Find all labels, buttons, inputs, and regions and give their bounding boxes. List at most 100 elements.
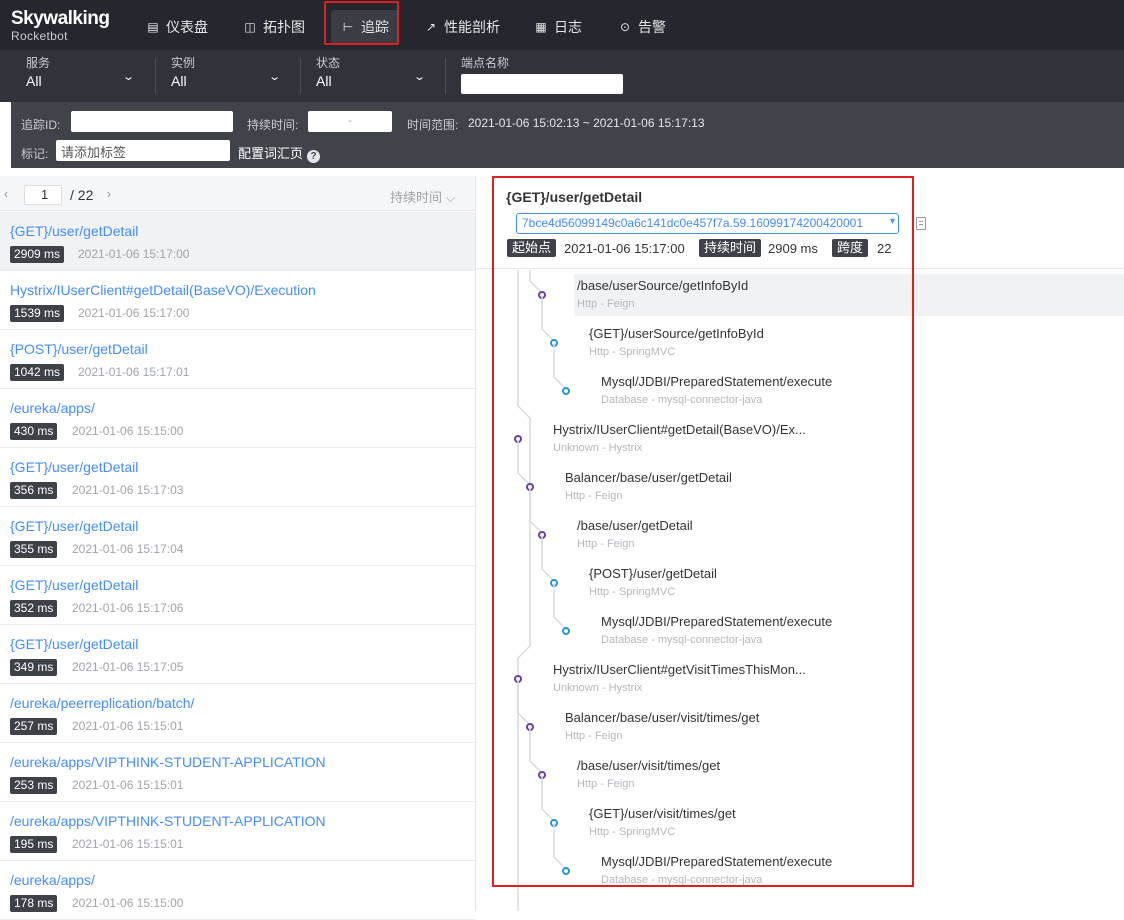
span-subtitle: Unknown - Hystrix: [553, 442, 643, 454]
duration-badge: 2909 ms: [10, 246, 65, 263]
trace-row[interactable]: {POST}/user/getDetail 1042 ms 2021-01-06 1…: [0, 330, 475, 389]
trace-time: 2021-01-06 15:17:01: [78, 365, 190, 379]
nav-log[interactable]: ▦ 日志: [534, 10, 582, 44]
trace-name[interactable]: {GET}/user/getDetail: [10, 577, 138, 593]
span-node[interactable]: Hystrix/IUserClient#getDetail(BaseVO)/Ex…: [553, 422, 806, 455]
trace-row[interactable]: {GET}/user/getDetail 349 ms 2021-01-06 15:…: [0, 625, 475, 684]
next-page-icon[interactable]: ›: [107, 187, 111, 201]
trace-name[interactable]: /eureka/apps/: [10, 872, 95, 888]
span-title: Hystrix/IUserClient#getVisitTimesThisMon…: [553, 662, 806, 677]
pager: ‹ 1 / 22 › 持续时间 ⌵: [0, 176, 475, 211]
span-subtitle: Database - mysql-connector-java: [601, 634, 763, 646]
status-select[interactable]: 状态 All: [316, 56, 340, 90]
trace-name[interactable]: {POST}/user/getDetail: [10, 341, 148, 357]
duration-label: 持续时间:: [247, 118, 299, 132]
trace-name[interactable]: /eureka/peerreplication/batch/: [10, 695, 194, 711]
config-link[interactable]: 配置词汇页?: [238, 143, 321, 163]
span-subtitle: Http - Feign: [577, 298, 635, 310]
span-subtitle: Http - SpringMVC: [589, 826, 676, 838]
trace-name[interactable]: {GET}/user/getDetail: [10, 459, 138, 475]
help-icon[interactable]: ?: [307, 150, 321, 163]
page-total: / 22: [70, 187, 94, 203]
duration-badge: 430 ms: [10, 423, 58, 440]
tags-input[interactable]: 请添加标签: [56, 140, 230, 161]
trace-time: 2021-01-06 15:15:01: [72, 778, 184, 792]
trace-name[interactable]: {GET}/user/getDetail: [10, 636, 138, 652]
start-badge: 起始点: [507, 239, 557, 257]
trace-name[interactable]: {GET}/user/getDetail: [10, 223, 138, 239]
span-node[interactable]: Mysql/JDBI/PreparedStatement/execute Data…: [601, 374, 832, 407]
sort-select[interactable]: 持续时间 ⌵: [390, 187, 455, 206]
nav-profile[interactable]: ↗ 性能剖析: [424, 10, 500, 44]
nav-dashboard[interactable]: ▤ 仪表盘: [146, 10, 208, 44]
top-nav: Skywalking Rocketbot ▤ 仪表盘 ◫ 拓扑图 ⊢ 追踪 ↗ 性能剖析…: [0, 0, 1124, 50]
trace-time: 2021-01-06 15:17:05: [72, 660, 184, 674]
span-subtitle: Database - mysql-connector-java: [601, 874, 763, 886]
duration-badge: 178 ms: [10, 895, 58, 912]
span-node[interactable]: {POST}/user/getDetail Http - SpringMVC: [589, 566, 717, 599]
trace-row[interactable]: /eureka/apps/430 ms 2021-01-06 15:15:00: [0, 389, 475, 448]
span-node[interactable]: {GET}/user/visit/times/get Http - SpringM…: [589, 806, 736, 839]
trace-detail-header: {GET}/user/getDetail 7bce4d56099149c0a6c…: [476, 176, 1124, 269]
endpoint-input[interactable]: [461, 74, 623, 94]
duration-input[interactable]: -: [308, 111, 392, 132]
endpoint-filter: 端点名称: [461, 56, 510, 70]
span-title: Hystrix/IUserClient#getDetail(BaseVO)/Ex…: [553, 422, 806, 437]
span-node[interactable]: Balancer/base/user/visit/times/get Http -…: [565, 710, 759, 743]
span-node[interactable]: /base/user/visit/times/get Http - Feign: [577, 758, 720, 791]
page-input[interactable]: 1: [24, 185, 62, 205]
prev-page-icon[interactable]: ‹: [4, 187, 8, 201]
trace-name[interactable]: /eureka/apps/VIPTHINK-STUDENT-APPLICATIO…: [10, 813, 326, 829]
search-bar: 追踪ID: 持续时间: - 时间范围: 2021-01-06 15:02:13 …: [11, 102, 1124, 168]
span-node[interactable]: /base/userSource/getInfoById Http - Feign: [577, 278, 748, 311]
span-title: Mysql/JDBI/PreparedStatement/execute: [601, 374, 833, 389]
time-range-value[interactable]: 2021-01-06 15:02:13 ~ 2021-01-06 15:17:1…: [468, 116, 705, 130]
trace-row[interactable]: {GET}/user/getDetail 352 ms 2021-01-06 15:…: [0, 566, 475, 625]
service-select[interactable]: 服务 All: [26, 56, 50, 90]
chevron-down-icon: ▾: [889, 216, 895, 227]
trace-row[interactable]: {GET}/user/getDetail 356 ms 2021-01-06 15:…: [0, 448, 475, 507]
instance-select[interactable]: 实例 All: [171, 56, 195, 90]
span-node[interactable]: Mysql/JDBI/PreparedStatement/execute Data…: [601, 614, 832, 647]
span-title: {GET}/user/visit/times/get: [589, 806, 736, 821]
trace-id-select[interactable]: 7bce4d56099149c0a6c141dc0e457f7a.59.1609…: [516, 213, 899, 234]
duration-badge: 持续时间: [699, 239, 762, 257]
span-node[interactable]: Hystrix/IUserClient#getVisitTimesThisMon…: [553, 662, 806, 695]
trace-row[interactable]: /eureka/apps/178 ms 2021-01-06 15:15:00: [0, 861, 475, 920]
time-range-label: 时间范围:: [407, 118, 459, 132]
trace-id-input[interactable]: [71, 111, 233, 132]
trace-list-panel: ‹ 1 / 22 › 持续时间 ⌵ {GET}/user/getDetail 29…: [0, 176, 476, 920]
span-badge: 跨度: [832, 239, 869, 257]
span-title: {GET}/userSource/getInfoById: [589, 326, 764, 341]
span-node[interactable]: /base/user/getDetail Http - Feign: [577, 518, 693, 551]
trace-name[interactable]: /eureka/apps/VIPTHINK-STUDENT-APPLICATIO…: [10, 754, 326, 770]
span-node-dot: [562, 867, 570, 875]
copy-icon[interactable]: [916, 217, 926, 230]
span-node-dot: [562, 627, 570, 635]
span-tree: /base/userSource/getInfoById Http - Feign…: [476, 270, 1124, 911]
trace-row[interactable]: /eureka/apps/VIPTHINK-STUDENT-APPLICATIO…: [0, 802, 475, 861]
trace-row[interactable]: /eureka/peerreplication/batch/257 ms 2021…: [0, 684, 475, 743]
span-title: Mysql/JDBI/PreparedStatement/execute: [601, 614, 833, 629]
trace-row[interactable]: {GET}/user/getDetail 355 ms 2021-01-06 15:…: [0, 507, 475, 566]
trace-row[interactable]: {GET}/user/getDetail 2909 ms 2021-01-06 15…: [0, 212, 475, 271]
span-title: Balancer/base/user/visit/times/get: [565, 710, 760, 725]
tree-connector: [541, 295, 555, 342]
span-node[interactable]: Balancer/base/user/getDetail Http - Feign: [565, 470, 732, 503]
logo-title: Skywalking: [11, 8, 110, 29]
span-node[interactable]: {GET}/userSource/getInfoById Http - Sprin…: [589, 326, 764, 359]
trace-name[interactable]: Hystrix/IUserClient#getDetail(BaseVO)/Ex…: [10, 282, 316, 298]
alarm-icon: ⊙: [619, 20, 631, 34]
trace-name[interactable]: /eureka/apps/: [10, 400, 95, 416]
trace-row[interactable]: /eureka/apps/VIPTHINK-STUDENT-APPLICATIO…: [0, 743, 475, 802]
trace-row[interactable]: Hystrix/IUserClient#getDetail(BaseVO)/Ex…: [0, 271, 475, 330]
nav-topology[interactable]: ◫ 拓扑图: [243, 10, 305, 44]
span-node[interactable]: Mysql/JDBI/PreparedStatement/execute Data…: [601, 854, 832, 887]
tree-connector: [553, 583, 567, 630]
trace-name[interactable]: {GET}/user/getDetail: [10, 518, 138, 534]
tree-connector: [541, 775, 555, 822]
nav-alarm[interactable]: ⊙ 告警: [618, 10, 666, 44]
highlight-box: [324, 1, 399, 45]
chevron-down-icon: ⌄: [122, 71, 136, 83]
trace-time: 2021-01-06 15:17:03: [72, 483, 184, 497]
